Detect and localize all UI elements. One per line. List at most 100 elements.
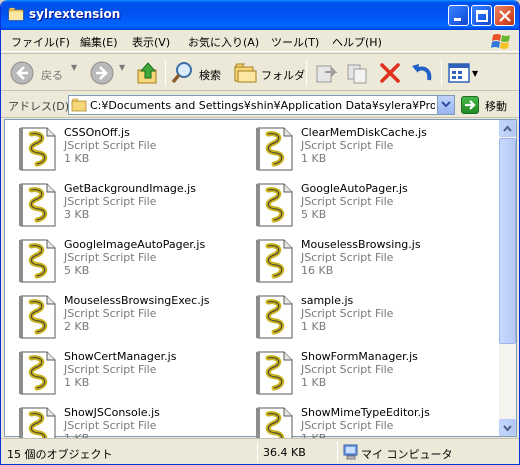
file-size: 1 KB xyxy=(301,152,327,165)
folder-icon xyxy=(8,7,24,21)
file-type: JScript Script File xyxy=(301,251,394,264)
undo-button[interactable] xyxy=(409,60,435,86)
address-dropdown-button[interactable] xyxy=(437,96,454,114)
back-label: 戻る xyxy=(41,69,63,82)
search-label: 検索 xyxy=(199,69,221,82)
menu-help[interactable]: ヘルプ(H) xyxy=(332,34,382,50)
windows-logo-icon xyxy=(491,34,510,49)
jscript-file-icon xyxy=(254,238,296,284)
go-arrow-icon xyxy=(461,96,479,114)
status-total-size: 36.4 KB xyxy=(263,446,306,459)
menu-tools[interactable]: ツール(T) xyxy=(271,34,319,50)
forward-button[interactable] xyxy=(89,60,115,86)
jscript-file-icon xyxy=(17,350,59,396)
address-path: C:¥Documents and Settings¥shin¥Applicati… xyxy=(90,99,435,112)
file-type: JScript Script File xyxy=(64,363,157,376)
file-type: JScript Script File xyxy=(301,307,394,320)
title-bar[interactable]: sylrextension xyxy=(1,0,519,30)
close-button[interactable] xyxy=(494,5,515,26)
menu-edit[interactable]: 編集(E) xyxy=(80,34,118,50)
file-size: 2 KB xyxy=(64,320,90,333)
file-size: 3 KB xyxy=(64,208,90,221)
folders-button[interactable]: フォルダ xyxy=(233,60,305,86)
file-item[interactable]: GoogleImageAutoPager.js JScript Script Fi… xyxy=(17,238,252,290)
menu-favorites[interactable]: お気に入り(A) xyxy=(188,34,259,50)
folders-icon xyxy=(234,63,257,83)
menu-view[interactable]: 表示(V) xyxy=(132,34,170,50)
jscript-file-icon xyxy=(17,294,59,340)
undo-icon xyxy=(412,64,432,81)
minimize-button[interactable] xyxy=(448,5,469,26)
file-type: JScript Script File xyxy=(301,139,394,152)
maximize-button[interactable] xyxy=(471,5,492,26)
file-item[interactable]: GoogleAutoPager.js JScript Script File 5 K… xyxy=(254,182,489,234)
chevron-down-icon xyxy=(441,101,451,108)
toolbar-separator xyxy=(441,60,442,86)
jscript-file-icon xyxy=(17,126,59,172)
file-name: ShowCertManager.js xyxy=(64,350,177,363)
vertical-scrollbar[interactable] xyxy=(499,120,516,436)
minimize-icon xyxy=(454,18,461,21)
copy-to-button[interactable] xyxy=(345,60,371,86)
go-label: 移動 xyxy=(485,100,507,113)
search-icon xyxy=(171,62,192,84)
address-label: アドレス(D) xyxy=(8,100,70,113)
file-name: GoogleImageAutoPager.js xyxy=(64,238,206,251)
file-type: JScript Script File xyxy=(64,139,157,152)
file-item[interactable]: GetBackgroundImage.js JScript Script File… xyxy=(17,182,252,234)
up-folder-icon xyxy=(137,62,157,84)
file-item[interactable]: sample.js JScript Script File 1 KB xyxy=(254,294,489,346)
file-type: JScript Script File xyxy=(64,195,157,208)
status-object-count: 15 個のオブジェクト xyxy=(7,448,113,461)
file-item[interactable]: MouselessBrowsingExec.js JScript Script F… xyxy=(17,294,252,346)
toolbar-separator xyxy=(306,60,307,86)
scroll-down-button[interactable] xyxy=(499,419,516,436)
address-input[interactable]: C:¥Documents and Settings¥shin¥Applicati… xyxy=(68,95,455,115)
file-size: 1 KB xyxy=(301,376,327,389)
file-name: ShowJSConsole.js xyxy=(64,406,160,419)
status-divider xyxy=(257,442,258,462)
back-dropdown-icon[interactable]: ▼ xyxy=(71,63,77,72)
file-item[interactable]: ShowCertManager.js JScript Script File 1 K… xyxy=(17,350,252,402)
explorer-window: sylrextension ファイル(F) 編集(E) 表示(V) お気に入り(… xyxy=(0,0,520,465)
file-item[interactable]: CSSOnOff.js JScript Script File 1 KB xyxy=(17,126,252,178)
search-button[interactable]: 検索 xyxy=(171,60,227,86)
jscript-file-icon xyxy=(17,238,59,284)
file-type: JScript Script File xyxy=(301,363,394,376)
file-name: MouselessBrowsingExec.js xyxy=(64,294,210,307)
scroll-thumb[interactable] xyxy=(499,138,516,344)
file-size: 16 KB xyxy=(301,264,334,277)
delete-icon xyxy=(380,63,400,83)
up-folder-button[interactable] xyxy=(135,60,161,86)
go-button[interactable]: 移動 xyxy=(461,95,517,115)
back-arrow-icon xyxy=(10,61,34,85)
file-type: JScript Script File xyxy=(64,419,157,432)
menu-file[interactable]: ファイル(F) xyxy=(11,34,70,50)
file-name: MouselessBrowsing.js xyxy=(301,238,421,251)
jscript-file-icon xyxy=(254,126,296,172)
file-type: JScript Script File xyxy=(64,251,157,264)
file-item[interactable]: ShowFormManager.js JScript Script File 1 K… xyxy=(254,350,489,402)
file-name: CSSOnOff.js xyxy=(64,126,130,139)
file-name: ShowFormManager.js xyxy=(301,350,418,363)
forward-arrow-icon xyxy=(90,61,114,85)
file-item[interactable]: MouselessBrowsing.js JScript Script File 1… xyxy=(254,238,489,290)
forward-dropdown-icon[interactable]: ▼ xyxy=(119,63,125,72)
file-name: sample.js xyxy=(301,294,354,307)
file-name: ClearMemDiskCache.js xyxy=(301,126,427,139)
file-list: CSSOnOff.js JScript Script File 1 KB ClearM… xyxy=(4,119,517,451)
file-size: 5 KB xyxy=(301,208,327,221)
move-to-icon xyxy=(316,65,338,83)
delete-button[interactable] xyxy=(377,60,403,86)
move-to-button[interactable] xyxy=(313,60,339,86)
views-button[interactable]: ▼ xyxy=(447,60,481,86)
file-item[interactable]: ClearMemDiskCache.js JScript Script File 1… xyxy=(254,126,489,178)
status-divider xyxy=(337,442,338,462)
back-button[interactable]: 戻る xyxy=(9,60,67,86)
file-size: 1 KB xyxy=(64,152,90,165)
file-type: JScript Script File xyxy=(301,419,394,432)
menu-bar: ファイル(F) 編集(E) 表示(V) お気に入り(A) ツール(T) ヘルプ(… xyxy=(1,30,519,52)
file-type: JScript Script File xyxy=(64,307,157,320)
copy-to-icon xyxy=(347,64,367,84)
scroll-up-button[interactable] xyxy=(499,120,516,137)
